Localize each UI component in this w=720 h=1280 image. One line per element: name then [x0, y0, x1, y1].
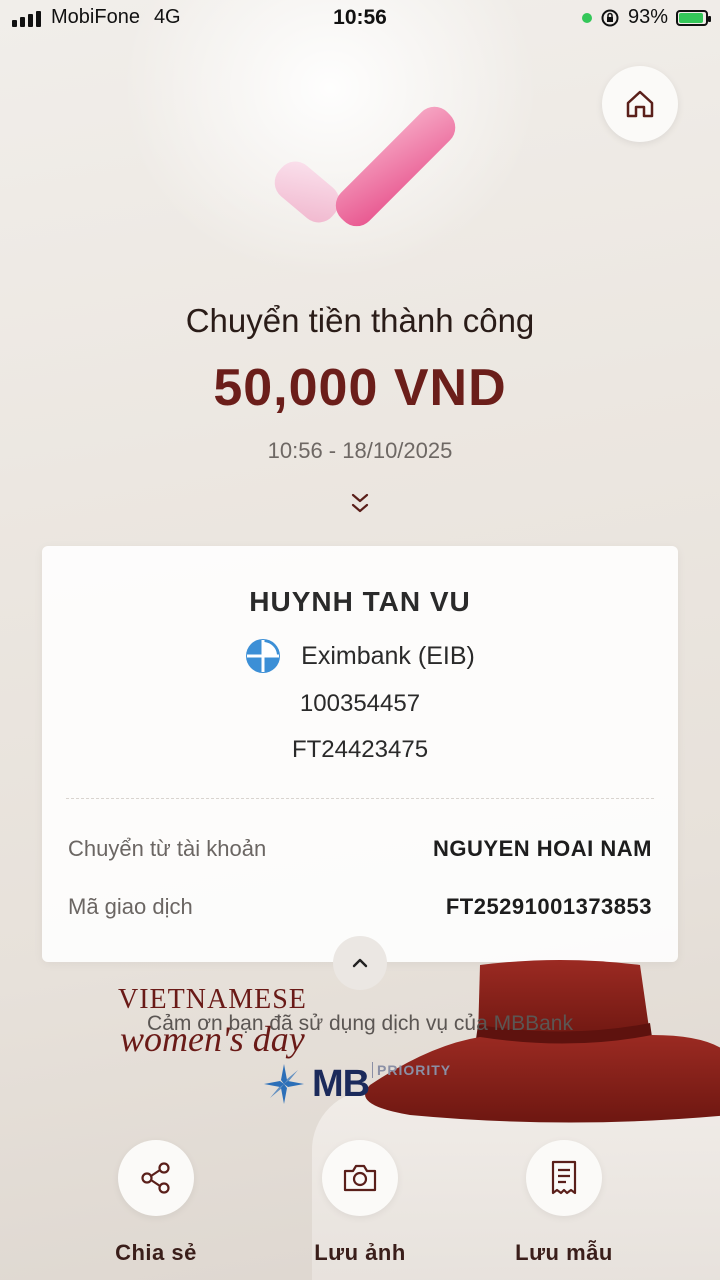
privacy-indicator-icon — [581, 12, 592, 23]
detail-row: Chuyển từ tài khoản NGUYEN HOAI NAM — [68, 836, 652, 862]
camera-icon — [343, 1164, 377, 1192]
share-icon — [141, 1162, 170, 1194]
battery-icon — [676, 9, 711, 26]
save-template-button[interactable] — [526, 1140, 602, 1216]
eximbank-logo-icon — [246, 639, 281, 673]
share-label: Chia sẻ — [115, 1240, 197, 1265]
save-image-label: Lưu ảnh — [314, 1240, 406, 1265]
mb-logo: MB — [262, 1062, 370, 1106]
save-image-button[interactable] — [322, 1140, 398, 1216]
save-template-label: Lưu mẫu — [515, 1240, 613, 1265]
home-icon — [626, 90, 654, 118]
priority-tag: PRIORITY — [372, 1062, 451, 1078]
status-right: 93% — [581, 6, 711, 29]
recipient-name: HUYNH TAN VU — [249, 586, 471, 617]
home-button[interactable] — [602, 66, 678, 142]
divider — [66, 798, 654, 799]
expand-chevron-icon[interactable] — [346, 490, 374, 518]
detail-value: FT25291001373853 — [445, 894, 652, 919]
detail-value: NGUYEN HOAI NAM — [433, 836, 652, 861]
detail-row: Mã giao dịch FT25291001373853 — [68, 894, 652, 920]
result-title: Chuyển tiền thành công — [185, 302, 535, 339]
success-check-icon — [274, 106, 456, 227]
save-image-action[interactable]: Lưu ảnh — [280, 1140, 440, 1266]
thanks-message: Cảm ơn bạn đã sử dụng dịch vụ của MBBank — [147, 1012, 573, 1035]
transaction-card: HUYNH TAN VU Eximbank (EIB) 100354457 FT… — [42, 546, 678, 962]
rotation-lock-icon — [601, 9, 619, 26]
share-button[interactable] — [118, 1140, 194, 1216]
bank-row: Eximbank (EIB) — [42, 638, 678, 674]
detail-label: Chuyển từ tài khoản — [68, 836, 267, 861]
transfer-datetime: 10:56 - 18/10/2025 — [267, 438, 453, 463]
detail-label: Mã giao dịch — [68, 894, 193, 919]
receipt-icon — [551, 1160, 577, 1195]
save-template-action[interactable]: Lưu mẫu — [484, 1140, 644, 1266]
battery-percent: 93% — [627, 6, 668, 28]
mb-star-icon — [264, 1064, 304, 1104]
hat-illustration — [365, 960, 720, 1123]
account-number: 100354457 — [299, 690, 421, 717]
share-action[interactable]: Chia sẻ — [76, 1140, 236, 1266]
mb-brand: MB — [312, 1062, 370, 1105]
bank-name: Eximbank (EIB) — [301, 641, 475, 670]
status-bar: MobiFone 4G 10:56 93% — [0, 0, 720, 36]
reference-code: FT24423475 — [291, 736, 429, 763]
transfer-amount: 50,000 VND — [213, 359, 507, 417]
